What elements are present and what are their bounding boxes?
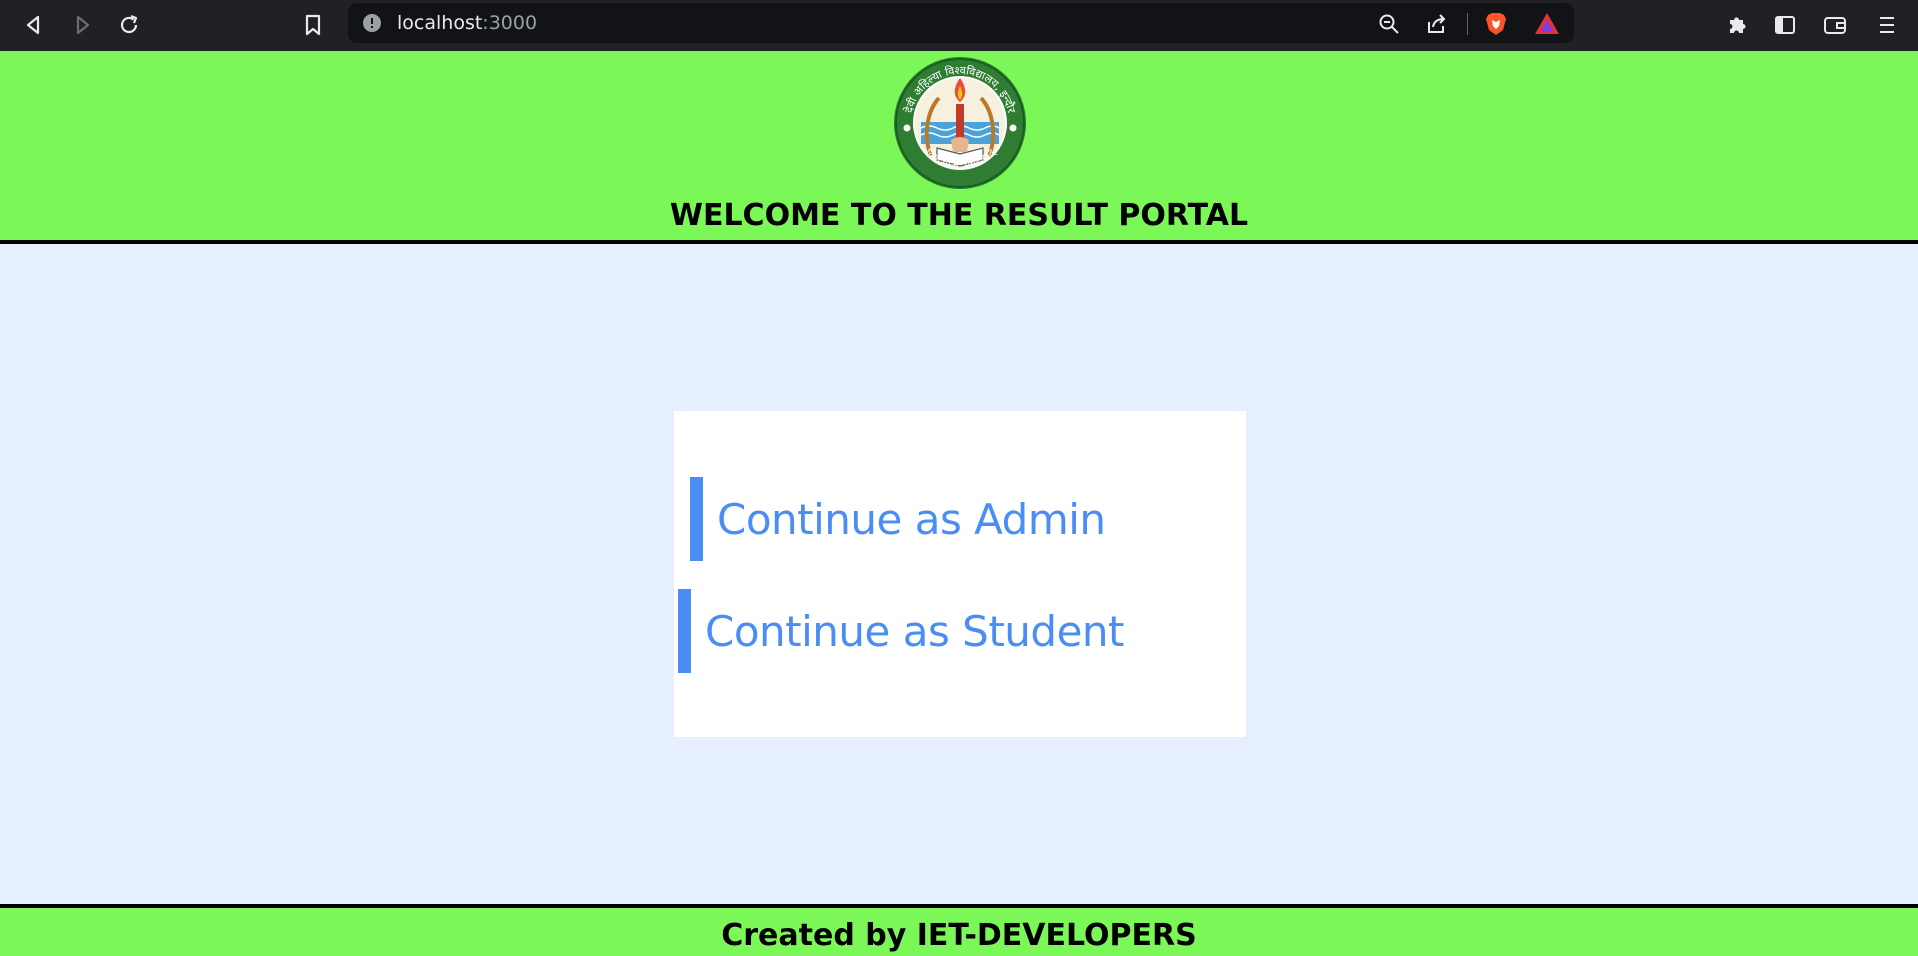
bookmark-icon bbox=[305, 14, 321, 36]
student-label: Continue as Student bbox=[705, 606, 1125, 656]
menu-button[interactable] bbox=[1872, 10, 1902, 40]
brave-rewards-icon[interactable] bbox=[1534, 11, 1560, 37]
reload-button[interactable] bbox=[114, 10, 144, 40]
student-accent-bar bbox=[678, 589, 691, 673]
forward-button[interactable] bbox=[67, 10, 97, 40]
site-header: देवी अहिल्या विश्वविद्यालय, इन्दौर विद्य… bbox=[0, 51, 1918, 244]
sidebar-button[interactable] bbox=[1770, 10, 1800, 40]
extensions-button[interactable] bbox=[1722, 10, 1752, 40]
url-separator bbox=[1467, 13, 1468, 35]
continue-as-admin-button[interactable]: Continue as Admin bbox=[690, 477, 1106, 561]
url-port: :3000 bbox=[482, 12, 538, 34]
login-choice-card: Continue as Admin Continue as Student bbox=[674, 411, 1246, 737]
back-button[interactable] bbox=[19, 10, 49, 40]
address-bar[interactable]: localhost:3000 bbox=[348, 3, 1574, 43]
url-host: localhost bbox=[397, 12, 483, 34]
wallet-icon bbox=[1824, 17, 1846, 34]
back-icon bbox=[26, 15, 40, 35]
brave-shield-icon[interactable] bbox=[1483, 11, 1509, 37]
sidebar-icon bbox=[1775, 16, 1795, 34]
forward-icon bbox=[76, 15, 90, 35]
reload-icon bbox=[120, 14, 138, 34]
footer-credit: Created by IET-DEVELOPERS bbox=[721, 918, 1197, 953]
url-text[interactable]: localhost:3000 bbox=[397, 12, 537, 34]
bookmark-button[interactable] bbox=[298, 10, 328, 40]
continue-as-student-button[interactable]: Continue as Student bbox=[678, 589, 1125, 673]
browser-toolbar: localhost:3000 bbox=[0, 0, 1918, 51]
page-title: WELCOME TO THE RESULT PORTAL bbox=[669, 198, 1249, 233]
info-icon[interactable] bbox=[362, 13, 382, 33]
site-footer: Created by IET-DEVELOPERS bbox=[0, 904, 1918, 956]
wallet-button[interactable] bbox=[1820, 10, 1850, 40]
extensions-icon bbox=[1730, 17, 1746, 33]
admin-accent-bar bbox=[690, 477, 703, 561]
menu-icon bbox=[1880, 17, 1894, 33]
zoom-out-icon[interactable] bbox=[1378, 13, 1400, 35]
university-logo: देवी अहिल्या विश्वविद्यालय, इन्दौर विद्य… bbox=[894, 57, 1026, 189]
admin-label: Continue as Admin bbox=[717, 494, 1106, 544]
share-icon[interactable] bbox=[1426, 13, 1448, 35]
